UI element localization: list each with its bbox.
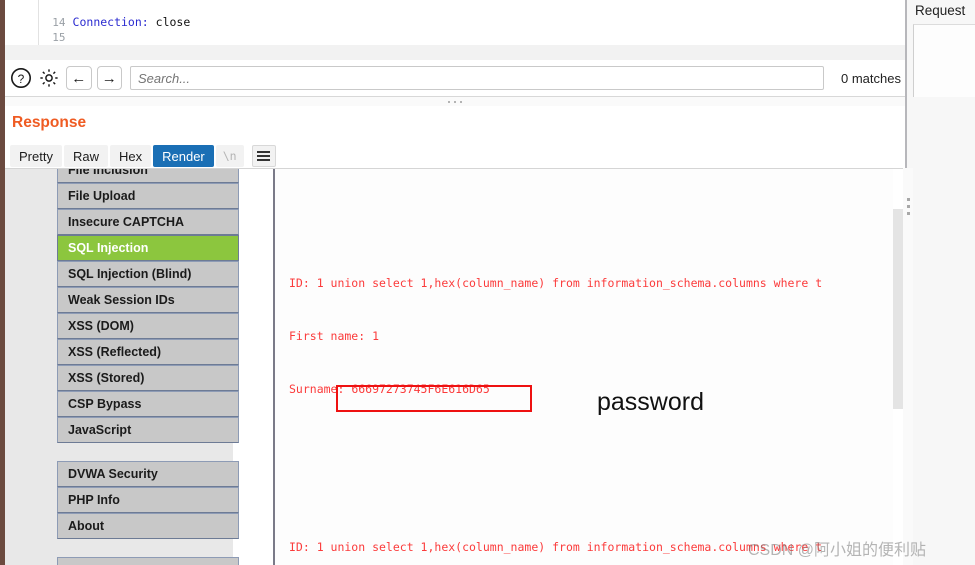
password-annotation-label: password	[597, 388, 704, 416]
request-panel-body	[913, 24, 975, 97]
tab-hex[interactable]: Hex	[109, 145, 152, 167]
request-panel-title: Request	[915, 3, 966, 18]
sidebar-item-weak-session-ids[interactable]: Weak Session IDs	[57, 287, 239, 313]
response-render-frame: File Inclusion File Upload Insecure CAPT…	[5, 168, 905, 565]
result-first-name: First name: 1	[289, 328, 380, 343]
sidebar-item-dvwa-security[interactable]: DVWA Security	[57, 461, 239, 487]
vertical-splitter-handle[interactable]	[903, 168, 913, 565]
code-line-body: 16id=1 union select 1,hex(column_name) f…	[5, 30, 905, 59]
result-record: ID: 1 union select 1,hex(column_name) fr…	[289, 504, 905, 565]
left-edge-stripe	[0, 0, 5, 565]
request-code-view[interactable]: 14Connection: close 15 16id=1 union sele…	[5, 0, 905, 60]
sidebar-item-csp-bypass[interactable]: CSP Bypass	[57, 391, 239, 417]
arrow-left-icon[interactable]: ←	[66, 66, 92, 90]
screen-root: 14Connection: close 15 16id=1 union sele…	[0, 0, 975, 565]
tab-pretty[interactable]: Pretty	[10, 145, 62, 167]
match-count-label: 0 matches	[841, 70, 901, 86]
code-line-wrapped: table_name=0x7573657273&Submit=Submit	[5, 45, 905, 60]
dvwa-results-pane: ID: 1 union select 1,hex(column_name) fr…	[273, 169, 905, 565]
result-query: ID: 1 union select 1,hex(column_name) fr…	[289, 539, 823, 554]
sidebar-item-sql-injection-blind[interactable]: SQL Injection (Blind)	[57, 261, 239, 287]
search-toolbar: ? ← → 0 matches	[5, 60, 905, 96]
dvwa-nav-menu: File Inclusion File Upload Insecure CAPT…	[57, 169, 239, 565]
sidebar-item-logout[interactable]: Logout	[57, 557, 239, 565]
sidebar-item-javascript[interactable]: JavaScript	[57, 417, 239, 443]
sidebar-item-php-info[interactable]: PHP Info	[57, 487, 239, 513]
response-section-title: Response	[12, 114, 87, 131]
tab-raw[interactable]: Raw	[63, 145, 108, 167]
response-tabs: Pretty Raw Hex Render \n	[10, 145, 276, 167]
gear-icon[interactable]	[38, 66, 62, 90]
sidebar-item-file-upload[interactable]: File Upload	[57, 183, 239, 209]
sidebar-item-sql-injection[interactable]: SQL Injection	[57, 235, 239, 261]
dvwa-sidebar: File Inclusion File Upload Insecure CAPT…	[5, 169, 239, 565]
code-line: 15	[5, 15, 905, 44]
sql-injection-results: ID: 1 union select 1,hex(column_name) fr…	[275, 169, 905, 565]
horizontal-splitter-handle[interactable]	[5, 96, 905, 106]
search-input[interactable]	[138, 68, 816, 88]
sidebar-item-about[interactable]: About	[57, 513, 239, 539]
code-line: 14 Connection: close	[5, 0, 905, 29]
sidebar-item-xss-dom[interactable]: XSS (DOM)	[57, 313, 239, 339]
svg-text:?: ?	[17, 72, 24, 86]
sidebar-group-gap-2	[57, 539, 239, 557]
tab-newline-toggle[interactable]: \n	[215, 145, 244, 167]
dvwa-page: File Inclusion File Upload Insecure CAPT…	[5, 169, 905, 565]
arrow-right-icon[interactable]: →	[96, 66, 122, 90]
result-query: ID: 1 union select 1,hex(column_name) fr…	[289, 275, 823, 290]
request-panel: Request	[905, 0, 975, 97]
sidebar-item-xss-reflected[interactable]: XSS (Reflected)	[57, 339, 239, 365]
sidebar-item-insecure-captcha[interactable]: Insecure CAPTCHA	[57, 209, 239, 235]
sidebar-item-file-inclusion[interactable]: File Inclusion	[57, 169, 239, 183]
search-input-wrapper[interactable]	[130, 66, 824, 90]
tab-render[interactable]: Render	[153, 145, 214, 167]
help-circle-icon[interactable]: ?	[9, 66, 33, 90]
right-gutter	[905, 97, 975, 565]
hamburger-menu-icon[interactable]	[251, 145, 276, 167]
sidebar-item-xss-stored[interactable]: XSS (Stored)	[57, 365, 239, 391]
